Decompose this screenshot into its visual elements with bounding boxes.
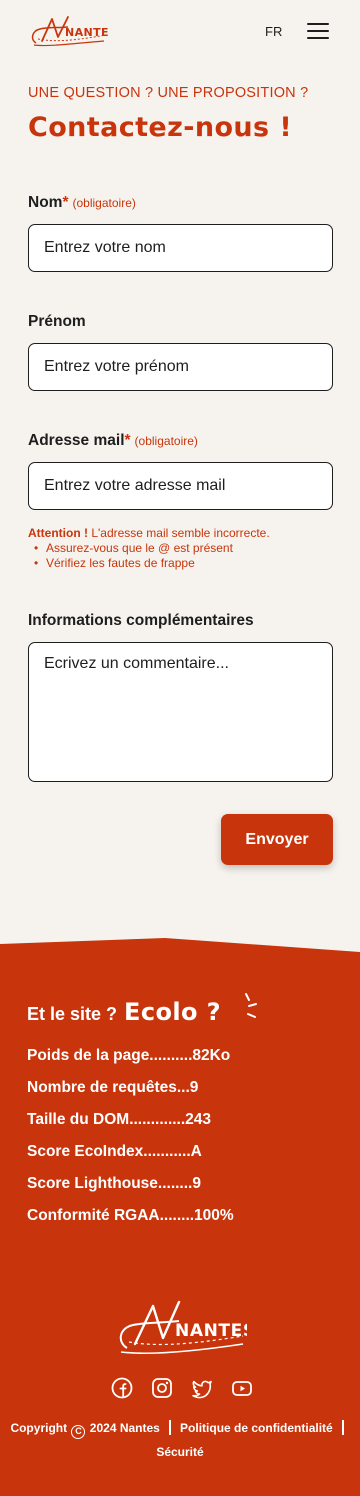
site-header: NANTES FR xyxy=(0,0,360,64)
error-tips: Assurez-vous que le @ est présent Vérifi… xyxy=(28,541,333,571)
mail-input[interactable] xyxy=(28,462,333,510)
required-star: * xyxy=(62,194,69,211)
eco-stat: Poids de la page..........82Ko xyxy=(27,1047,231,1064)
copyright-prefix: Copyright xyxy=(10,1421,68,1435)
required-hint: (obligatoire) xyxy=(72,196,136,210)
copyright-icon: C xyxy=(71,1425,86,1439)
instagram-icon[interactable] xyxy=(151,1377,173,1399)
prenom-label-text: Prénom xyxy=(28,313,86,330)
social-links xyxy=(111,1377,253,1399)
required-star: * xyxy=(124,432,131,449)
error-tip: Assurez-vous que le @ est présent xyxy=(28,541,333,556)
hamburger-menu-icon[interactable] xyxy=(307,22,329,40)
copyright-bar: Copyright C 2024 Nantes Politique de con… xyxy=(0,1416,360,1464)
privacy-link[interactable]: Politique de confidentialité xyxy=(180,1421,333,1435)
eco-stat: Nombre de requêtes...9 xyxy=(27,1079,199,1096)
eco-stat: Conformité RGAA........100% xyxy=(27,1207,234,1224)
twitter-icon[interactable] xyxy=(191,1377,213,1399)
comment-label-text: Informations complémentaires xyxy=(28,612,254,629)
eco-title-prefix: Et le site ? xyxy=(27,1004,118,1024)
nom-input[interactable] xyxy=(28,224,333,272)
nom-label-text: Nom xyxy=(28,194,63,211)
footer-nantes-logo[interactable]: NANTES xyxy=(113,1298,247,1356)
error-text: L'adresse mail semble incorrecte. xyxy=(87,526,270,540)
nantes-logo[interactable]: NANTES xyxy=(28,13,108,49)
section-eyebrow: UNE QUESTION ? UNE PROPOSITION ? xyxy=(28,85,309,101)
copyright-suffix: 2024 Nantes xyxy=(89,1421,160,1435)
error-strong: Attention ! xyxy=(28,526,88,540)
sparkle-icon xyxy=(245,993,257,1018)
footer-logo-text: NANTES xyxy=(175,1321,247,1341)
mail-error-message: Attention ! L'adresse mail semble incorr… xyxy=(28,526,333,571)
eco-stat: Score EcoIndex...........A xyxy=(27,1143,202,1160)
prenom-input[interactable] xyxy=(28,343,333,391)
facebook-icon[interactable] xyxy=(111,1377,133,1399)
required-hint: (obligatoire) xyxy=(134,434,198,448)
youtube-icon[interactable] xyxy=(231,1377,253,1399)
language-selector[interactable]: FR xyxy=(265,24,282,39)
mail-label-text: Adresse mail xyxy=(28,432,125,449)
logo-text: NANTES xyxy=(65,26,108,39)
send-button[interactable]: Envoyer xyxy=(221,814,333,865)
comment-label: Informations complémentaires xyxy=(28,612,254,630)
mail-label: Adresse mail* (obligatoire) xyxy=(28,432,198,450)
separator xyxy=(342,1420,344,1435)
page-title: Contactez-nous ! xyxy=(28,112,293,143)
separator xyxy=(169,1420,171,1435)
prenom-label: Prénom xyxy=(28,313,86,331)
eco-stat: Score Lighthouse........9 xyxy=(27,1175,201,1192)
eco-stat: Taille du DOM.............243 xyxy=(27,1111,212,1128)
security-link[interactable]: Sécurité xyxy=(156,1445,203,1459)
error-tip: Vérifiez les fautes de frappe xyxy=(28,556,333,571)
comment-textarea[interactable] xyxy=(28,642,333,782)
eco-title-big: Ecolo ? xyxy=(124,998,221,1026)
eco-title: Et le site ? Ecolo ? xyxy=(27,998,221,1026)
nom-label: Nom* (obligatoire) xyxy=(28,194,136,212)
